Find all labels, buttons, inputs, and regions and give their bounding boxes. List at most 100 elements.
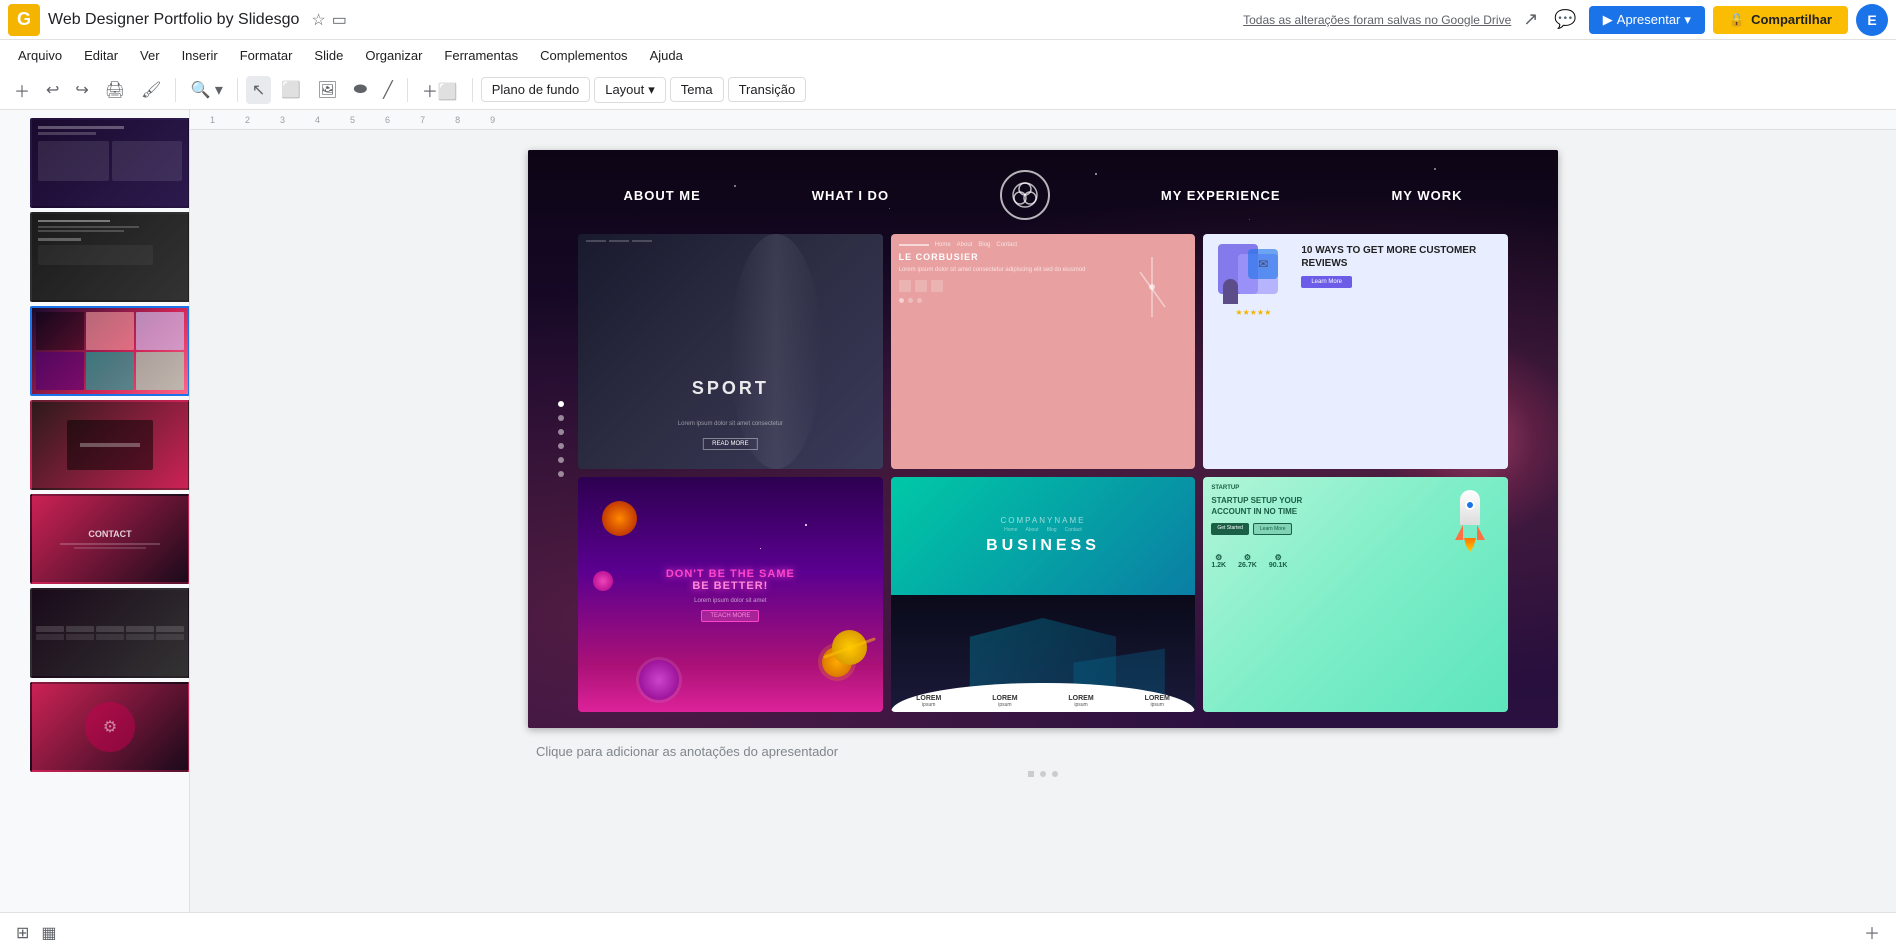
slide-thumbnail-10[interactable] (30, 306, 190, 396)
slide-item-8[interactable]: 8 (30, 118, 181, 208)
zoom-button[interactable]: 🔍 ▾ (184, 76, 228, 104)
canvas-wrapper: ABOUT ME WHAT I DO MY EXPERIENCE MY WORK (528, 150, 1558, 777)
portfolio-item-reviews[interactable]: ✉ ★★★★★ 10 WAYS TO GET MORE CUSTOMER REV… (1203, 234, 1508, 469)
slide-item-14[interactable]: 14 ⚙ (30, 682, 181, 772)
theme-button[interactable]: Tema (670, 77, 724, 102)
nav-about-me[interactable]: ABOUT ME (623, 188, 700, 203)
redo-button[interactable]: ↪ (69, 76, 94, 104)
reviews-learn-more-btn[interactable]: Learn More (1301, 276, 1352, 288)
space-description: Lorem ipsum dolor sit amet (666, 598, 795, 604)
slide-nav: ABOUT ME WHAT I DO MY EXPERIENCE MY WORK (528, 150, 1558, 230)
filmstrip-view-button[interactable]: ▦ (41, 923, 56, 943)
presenter-notes[interactable]: Clique para adicionar as anotações do ap… (528, 736, 1558, 767)
title-icons: ☆ ▭ (311, 10, 346, 30)
menu-formatar[interactable]: Formatar (230, 44, 303, 67)
portfolio-item-lecorbusier[interactable]: Home About Blog Contact LE CORBUSIER Lor… (891, 234, 1196, 469)
paint-format-button[interactable]: 🖌 (135, 76, 167, 104)
add-slide-button[interactable]: ＋ (1864, 920, 1880, 944)
startup-btn1[interactable]: Get Started (1211, 523, 1249, 535)
menu-editar[interactable]: Editar (74, 44, 128, 67)
startup-title-top: STARTUP (1211, 485, 1440, 492)
sport-subtitle: Lorem ipsum dolor sit amet consectetur (678, 421, 783, 427)
star-icon[interactable]: ☆ (311, 10, 325, 30)
add-button[interactable]: ＋ (8, 74, 36, 106)
apresentar-button[interactable]: ▶ Apresentar ▾ (1589, 6, 1705, 34)
portfolio-item-space[interactable]: DON'T BE THE SAME BE BETTER! Lorem ipsum… (578, 477, 883, 712)
toolbar: ＋ ↩ ↪ 🖨 🖌 🔍 ▾ ↖ ⬜ 🖼 ⬬ ╱ ＋⬜ Plano de fund… (0, 70, 1896, 110)
slide-item-10[interactable]: 10 (30, 306, 181, 396)
slide-item-9[interactable]: 9 (30, 212, 181, 302)
portfolio-grid: SPORT Lorem ipsum dolor sit amet consect… (528, 230, 1558, 728)
slide-dot-2 (558, 415, 564, 421)
startup-line1: STARTUP SETUP YOUR (1211, 496, 1440, 506)
slide-panel: 8 9 (0, 110, 190, 952)
lecorb-subtitle: Lorem ipsum dolor sit amet consectetur a… (899, 266, 1110, 274)
portfolio-item-business[interactable]: COMPANYNAME Home About Blog Contact BUSI… (891, 477, 1196, 712)
menu-complementos[interactable]: Complementos (530, 44, 637, 67)
menu-organizar[interactable]: Organizar (355, 44, 432, 67)
business-company-name: COMPANYNAME (1001, 516, 1086, 525)
reviews-stars: ★★★★★ (1235, 308, 1271, 317)
slide-thumbnail-14[interactable]: ⚙ (30, 682, 190, 772)
layout-dropdown-icon: ▾ (648, 82, 655, 98)
slide-canvas[interactable]: ABOUT ME WHAT I DO MY EXPERIENCE MY WORK (528, 150, 1558, 728)
menubar: Arquivo Editar Ver Inserir Formatar Slid… (0, 40, 1896, 70)
menu-arquivo[interactable]: Arquivo (8, 44, 72, 67)
slide-item-11[interactable]: 11 (30, 400, 181, 490)
slide-dot-1 (558, 401, 564, 407)
layout-button[interactable]: Layout ▾ (594, 77, 666, 103)
menu-ajuda[interactable]: Ajuda (640, 44, 693, 67)
doc-title: Web Designer Portfolio by Slidesgo (48, 11, 299, 29)
background-button[interactable]: Plano de fundo (481, 77, 590, 102)
grid-view-button[interactable]: ⊞ (16, 923, 29, 943)
startup-stat-3: ⚙ 90.1K (1269, 553, 1288, 569)
space-line2: BE BETTER! (666, 580, 795, 592)
print-button[interactable]: 🖨 (99, 76, 131, 104)
compartilhar-button[interactable]: 🔒 Compartilhar (1713, 6, 1848, 34)
menu-slide[interactable]: Slide (304, 44, 353, 67)
slide-thumbnail-12[interactable]: CONTACT (30, 494, 190, 584)
toolbar-divider-3 (407, 78, 408, 102)
slide-thumbnail-9[interactable] (30, 212, 190, 302)
slide-dot-3 (558, 429, 564, 435)
slide-dot-4 (558, 443, 564, 449)
toolbar-divider-2 (237, 78, 238, 102)
slide-thumbnail-11[interactable] (30, 400, 190, 490)
slide-dot-5 (558, 457, 564, 463)
canvas-area: 1 2 3 4 5 6 7 8 9 (190, 110, 1896, 952)
line-tool[interactable]: ╱ (377, 76, 399, 104)
portfolio-item-sport[interactable]: SPORT Lorem ipsum dolor sit amet consect… (578, 234, 883, 469)
slide-thumbnail-8[interactable] (30, 118, 190, 208)
comment-tool[interactable]: ＋⬜ (416, 74, 464, 106)
select-tool[interactable]: ↖ (246, 76, 271, 104)
main-area: 8 9 (0, 110, 1896, 952)
dropdown-arrow-icon: ▾ (1684, 12, 1691, 28)
menu-inserir[interactable]: Inserir (172, 44, 228, 67)
shapes-tool[interactable]: ⬬ (348, 77, 374, 103)
analytics-button[interactable]: ↗ (1519, 5, 1542, 34)
menu-ver[interactable]: Ver (130, 44, 170, 67)
image-tool[interactable]: 🖼 (311, 76, 343, 104)
text-box-tool[interactable]: ⬜ (275, 76, 307, 104)
startup-line2: ACCOUNT IN NO TIME (1211, 507, 1440, 517)
sport-readmore-btn[interactable]: READ MORE (703, 438, 757, 450)
nav-my-work[interactable]: MY WORK (1391, 188, 1462, 203)
portfolio-item-startup[interactable]: STARTUP STARTUP SETUP YOUR ACCOUNT IN NO… (1203, 477, 1508, 712)
slide-item-12[interactable]: 12 CONTACT (30, 494, 181, 584)
topbar: G Web Designer Portfolio by Slidesgo ☆ ▭… (0, 0, 1896, 40)
startup-stat-1: ⚙ 1.2K (1211, 553, 1226, 569)
toolbar-divider-1 (175, 78, 176, 102)
startup-btn2[interactable]: Learn More (1253, 523, 1293, 535)
slide-thumbnail-13[interactable] (30, 588, 190, 678)
menu-ferramentas[interactable]: Ferramentas (434, 44, 528, 67)
undo-button[interactable]: ↩ (40, 76, 65, 104)
space-btn[interactable]: TEACH MORE (701, 610, 759, 622)
folder-icon[interactable]: ▭ (332, 10, 347, 30)
transition-button[interactable]: Transição (728, 77, 807, 102)
slideshow-icon: ▶ (1603, 12, 1613, 28)
comments-button[interactable]: 💬 (1550, 5, 1580, 34)
nav-my-experience[interactable]: MY EXPERIENCE (1161, 188, 1281, 203)
nav-what-i-do[interactable]: WHAT I DO (812, 188, 889, 203)
slide-item-13[interactable]: 13 (30, 588, 181, 678)
user-avatar[interactable]: E (1856, 4, 1888, 36)
